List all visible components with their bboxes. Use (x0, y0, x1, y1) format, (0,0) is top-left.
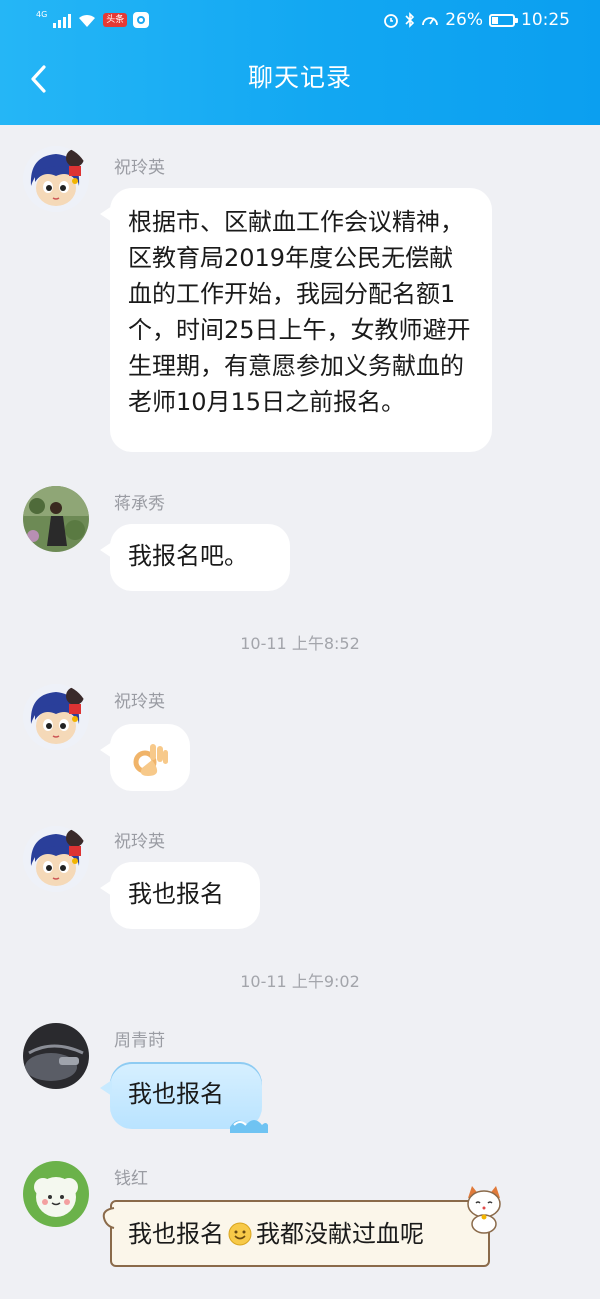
avatar[interactable] (23, 684, 89, 750)
wifi-icon (79, 14, 96, 27)
speed-icon (422, 17, 439, 26)
avatar[interactable] (23, 146, 89, 212)
lucky-cat-icon (467, 1186, 501, 1234)
battery-percent: 26% (445, 10, 483, 30)
sender-name: 祝玲英 (114, 832, 165, 852)
page-title: 聊天记录 (247, 63, 352, 92)
avatar[interactable] (23, 1023, 89, 1089)
status-bar: 4G 头条 26% 10:25 (0, 0, 600, 44)
message-bubble[interactable]: 我也报名 (100, 862, 260, 929)
battery-icon (489, 13, 518, 27)
app-notification-icon (133, 12, 150, 28)
sender-name: 周青莳 (114, 1031, 165, 1051)
signal-icon (53, 12, 72, 28)
sender-name: 钱红 (114, 1169, 148, 1189)
avatar[interactable] (23, 1161, 89, 1227)
smile-emoji-icon (228, 1222, 252, 1245)
message-bubble[interactable]: 我也报名 我都没献过血呢 (102, 1186, 501, 1267)
message-bubble[interactable] (100, 724, 190, 791)
sender-name: 祝玲英 (114, 158, 165, 178)
message-text: 我都没献过血呢 (256, 1219, 424, 1248)
bluetooth-icon (405, 12, 415, 28)
message-bubble[interactable]: 我报名吧。 (100, 524, 290, 591)
network-type: 4G (36, 9, 48, 19)
message-text: 我报名吧。 (128, 542, 248, 570)
toutiao-app-icon: 头条 (103, 13, 128, 27)
message-bubble[interactable]: 根据市、区献血工作会议精神，区教育局2019年度公民无偿献血的工作开始，我园分配… (100, 188, 492, 452)
message-bubble[interactable]: 我也报名 (100, 1062, 268, 1133)
message-text: 我也报名 (128, 1080, 224, 1108)
message-text: 我也报名 (128, 1219, 224, 1248)
clock: 10:25 (521, 10, 570, 30)
alarm-icon (384, 14, 399, 28)
title-bar: 4G 头条 26% 10:25 聊天记录 (0, 0, 600, 125)
wave-decoration-icon (230, 1120, 268, 1133)
message-text: 根据市、区献血工作会议精神，区教育局2019年度公民无偿献血的工作开始，我园分配… (128, 208, 471, 416)
avatar[interactable] (23, 826, 89, 892)
ok-hand-emoji-icon (133, 744, 168, 776)
sender-name: 祝玲英 (114, 692, 165, 712)
avatar[interactable] (23, 486, 89, 552)
scroll-curl-icon (102, 1207, 115, 1229)
timestamp: 10-11 上午9:02 (240, 972, 360, 991)
timestamp: 10-11 上午8:52 (240, 634, 360, 653)
message-text: 我也报名 (128, 880, 224, 908)
sender-name: 蒋承秀 (114, 494, 165, 514)
